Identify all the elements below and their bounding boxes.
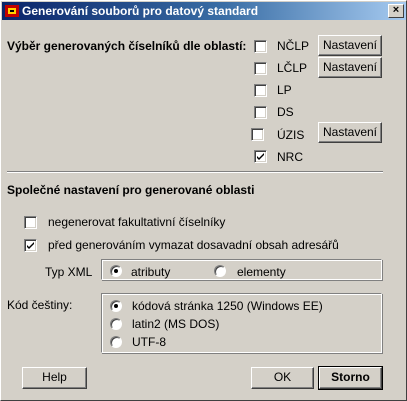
radio-xml-attributes[interactable]	[110, 265, 122, 277]
common-heading: Společné nastavení pro generované oblast…	[7, 183, 255, 197]
label-cp1250: kódová stránka 1250 (Windows EE)	[132, 299, 323, 313]
checkbox-no-optional[interactable]	[24, 216, 37, 229]
label-lclp: LČLP	[277, 61, 308, 75]
label-nclp: NČLP	[277, 39, 310, 53]
checkbox-nclp[interactable]	[254, 40, 267, 53]
encoding-label: Kód češtiny:	[7, 298, 73, 312]
label-ds: DS	[277, 105, 294, 119]
help-button[interactable]: Help	[22, 367, 87, 389]
areas-heading: Výběr generovaných číselníků dle oblastí…	[7, 39, 247, 53]
close-icon: ×	[392, 4, 400, 16]
checkbox-uzis[interactable]	[251, 128, 264, 141]
checkbox-ds[interactable]	[254, 106, 267, 119]
lclp-settings-button[interactable]: Nastavení	[318, 57, 382, 78]
uzis-settings-button[interactable]: Nastavení	[318, 122, 382, 143]
checkmark-icon	[257, 153, 264, 160]
label-latin2: latin2 (MS DOS)	[132, 317, 220, 331]
checkbox-clear-dir[interactable]	[24, 239, 37, 252]
ok-button[interactable]: OK	[251, 367, 314, 389]
radio-utf8[interactable]	[110, 336, 122, 348]
radio-cp1250[interactable]	[110, 300, 122, 312]
cancel-button[interactable]: Storno	[318, 366, 383, 390]
checkbox-lp[interactable]	[254, 84, 267, 97]
app-icon	[4, 3, 20, 19]
label-clear-dir: před generováním vymazat dosavadní obsah…	[48, 238, 339, 252]
label-nrc: NRC	[277, 150, 303, 164]
label-xml-elements: elementy	[237, 265, 286, 279]
label-uzis: ÚZIS	[277, 128, 305, 142]
label-utf8: UTF-8	[132, 335, 166, 349]
radio-latin2[interactable]	[110, 318, 122, 330]
checkmark-icon	[27, 242, 34, 249]
xml-type-label: Typ XML	[45, 265, 93, 279]
checkbox-lclp[interactable]	[254, 62, 267, 75]
label-no-optional: negenerovat fakultativní číselníky	[48, 215, 226, 229]
label-lp: LP	[277, 83, 292, 97]
radio-xml-elements[interactable]	[214, 265, 226, 277]
radio-selected-dot	[114, 269, 118, 273]
separator	[7, 171, 383, 173]
nclp-settings-button[interactable]: Nastavení	[318, 35, 382, 56]
window-title: Generování souborů pro datový standard	[22, 4, 259, 18]
close-button[interactable]: ×	[388, 4, 404, 18]
dialog-window: Generování souborů pro datový standard ×…	[0, 0, 407, 401]
label-xml-attributes: atributy	[131, 265, 171, 279]
radio-selected-dot	[114, 304, 118, 308]
title-bar[interactable]: Generování souborů pro datový standard ×	[2, 2, 406, 20]
checkbox-nrc[interactable]	[254, 150, 267, 163]
